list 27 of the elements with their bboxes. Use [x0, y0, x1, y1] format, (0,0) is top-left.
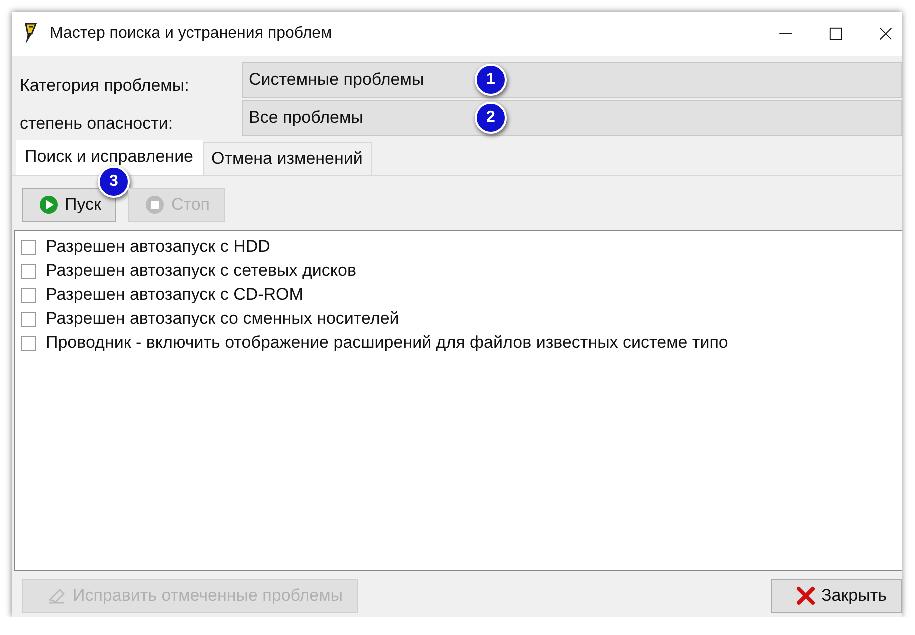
- number-badge: 2: [475, 102, 507, 134]
- dropdown[interactable]: Все проблемы 2: [242, 100, 902, 136]
- start-button[interactable]: Пуск: [22, 188, 116, 222]
- window-title: Мастер поиска и устранения проблем: [50, 25, 334, 43]
- maximize-icon[interactable]: [828, 26, 844, 42]
- checkbox[interactable]: [21, 264, 36, 278]
- number-badge: 1: [475, 64, 507, 96]
- field-label: степень опасности:: [20, 113, 174, 134]
- cross-icon: [796, 586, 816, 606]
- checkbox[interactable]: [21, 312, 36, 326]
- eraser-icon: [47, 586, 67, 606]
- item-label[interactable]: Проводник - включить отображение расширений для файлов известных системе типо: [46, 333, 728, 353]
- item-label[interactable]: Разрешен автозапуск со сменных носителей: [46, 309, 400, 329]
- checkbox[interactable]: [21, 240, 36, 254]
- item-label[interactable]: Разрешен автозапуск с сетевых дисков: [46, 261, 357, 281]
- tab[interactable]: Поиск и исправление: [16, 140, 203, 175]
- item-label[interactable]: Разрешен автозапуск с CD-ROM: [46, 285, 304, 305]
- close-button[interactable]: Закрыть: [770, 579, 902, 613]
- item-label[interactable]: Разрешен автозапуск с HDD: [46, 237, 270, 257]
- play-icon: [39, 195, 59, 215]
- dropdown[interactable]: Системные проблемы 1: [242, 62, 902, 98]
- tab[interactable]: Отмена изменений: [202, 142, 372, 175]
- checkbox[interactable]: [21, 288, 36, 302]
- stop-icon: [145, 195, 166, 215]
- field-label: Категория проблемы:: [20, 75, 190, 96]
- close-icon[interactable]: [878, 26, 894, 42]
- checkbox[interactable]: [21, 336, 36, 350]
